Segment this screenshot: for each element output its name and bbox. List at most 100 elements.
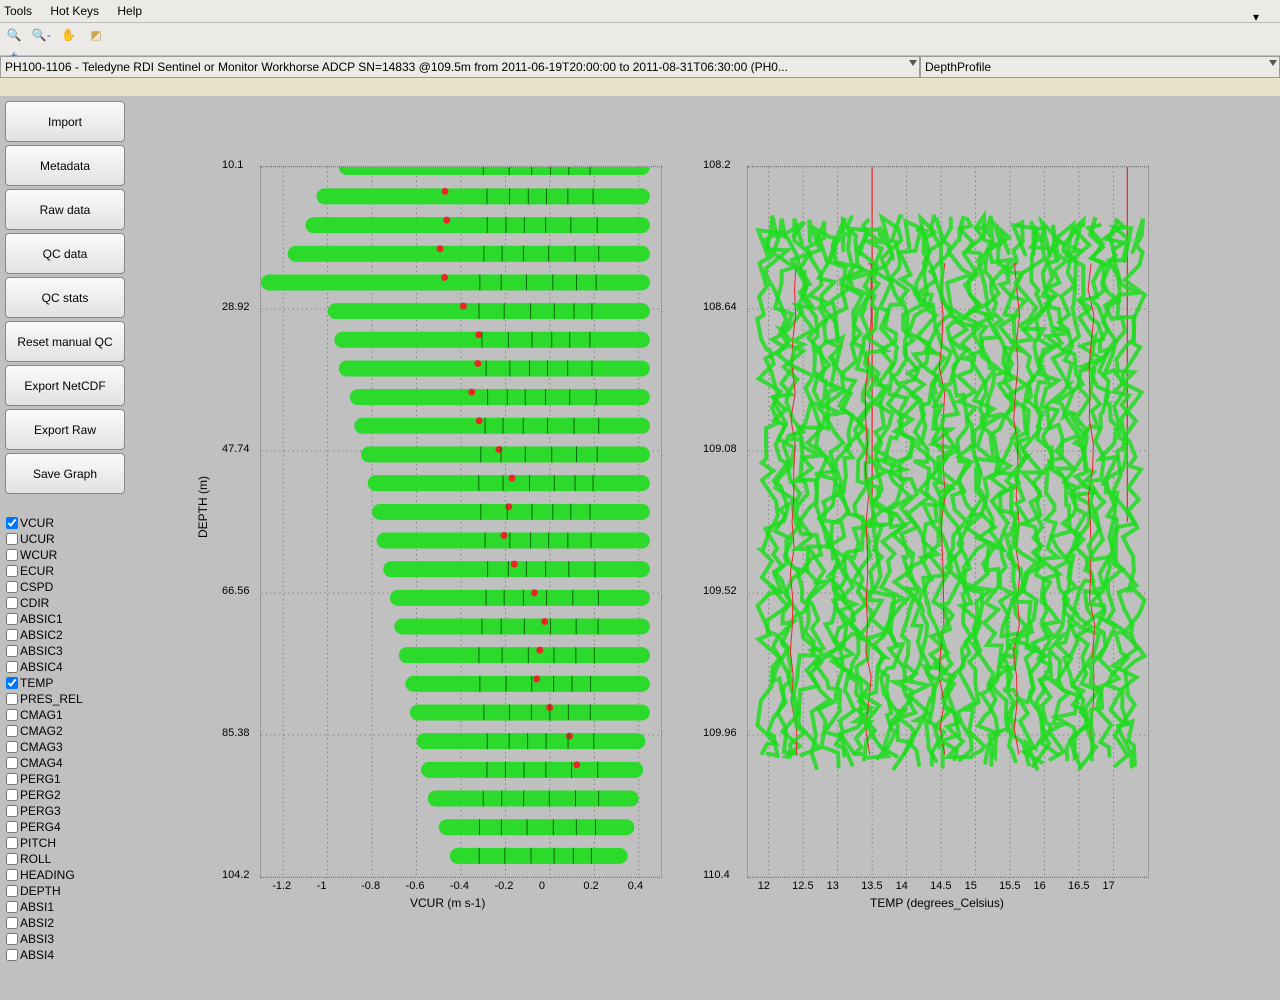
raw-data-button[interactable]: Raw data <box>5 189 125 230</box>
var-depth-checkbox[interactable] <box>6 885 18 897</box>
plot2-xtick: 15 <box>965 880 977 892</box>
menu-help[interactable]: Help <box>117 4 142 18</box>
var-absi3-checkbox[interactable] <box>6 933 18 945</box>
var-wcur-checkbox[interactable] <box>6 549 18 561</box>
pan-hand-icon[interactable]: ✋ <box>59 25 79 45</box>
var-absi1[interactable]: ABSI1 <box>6 899 130 915</box>
dropdown-row: PH100-1106 - Teledyne RDI Sentinel or Mo… <box>0 56 1280 78</box>
var-cmag3-checkbox[interactable] <box>6 741 18 753</box>
plot1-xtick: -0.4 <box>450 880 469 892</box>
var-cmag3[interactable]: CMAG3 <box>6 739 130 755</box>
var-absi4-checkbox[interactable] <box>6 949 18 961</box>
var-perg2-checkbox[interactable] <box>6 789 18 801</box>
plot1-xtick: -0.6 <box>406 880 425 892</box>
save-graph-button[interactable]: Save Graph <box>5 453 125 494</box>
view-select[interactable]: DepthProfile <box>920 56 1280 78</box>
chevron-down-icon <box>1269 60 1277 66</box>
var-temp-checkbox[interactable] <box>6 677 18 689</box>
var-cmag2[interactable]: CMAG2 <box>6 723 130 739</box>
zoom-out-icon[interactable]: 🔍- <box>31 25 51 45</box>
dataset-select-label: PH100-1106 - Teledyne RDI Sentinel or Mo… <box>5 60 788 74</box>
var-vcur[interactable]: VCUR <box>6 515 130 531</box>
var-depth[interactable]: DEPTH <box>6 883 130 899</box>
var-ecur-checkbox[interactable] <box>6 565 18 577</box>
plot2-xtick: 16 <box>1034 880 1046 892</box>
metadata-button[interactable]: Metadata <box>5 145 125 186</box>
export-netcdf-button[interactable]: Export NetCDF <box>5 365 125 406</box>
vcur-depth-plot[interactable] <box>260 166 662 878</box>
var-ucur-checkbox[interactable] <box>6 533 18 545</box>
var-ecur[interactable]: ECUR <box>6 563 130 579</box>
var-perg2[interactable]: PERG2 <box>6 787 130 803</box>
var-pitch-checkbox[interactable] <box>6 837 18 849</box>
plot2-xtick: 17 <box>1103 880 1115 892</box>
var-absi3[interactable]: ABSI3 <box>6 931 130 947</box>
var-cmag4-checkbox[interactable] <box>6 757 18 769</box>
temp-depth-plot[interactable] <box>747 166 1149 878</box>
import-button[interactable]: Import <box>5 101 125 142</box>
var-cspd-checkbox[interactable] <box>6 581 18 593</box>
var-absic4[interactable]: ABSIC4 <box>6 659 130 675</box>
var-absic2-checkbox[interactable] <box>6 629 18 641</box>
plot1-xtick: -0.2 <box>494 880 513 892</box>
plot2-xtick: 12 <box>758 880 770 892</box>
var-perg3[interactable]: PERG3 <box>6 803 130 819</box>
var-pres_rel-checkbox[interactable] <box>6 693 18 705</box>
var-temp[interactable]: TEMP <box>6 675 130 691</box>
menu-hotkeys[interactable]: Hot Keys <box>50 4 99 18</box>
var-absi2[interactable]: ABSI2 <box>6 915 130 931</box>
var-absi4[interactable]: ABSI4 <box>6 947 130 963</box>
var-cmag4[interactable]: CMAG4 <box>6 755 130 771</box>
chart-area: DEPTH (m) VCUR (m s-1) TEMP (degrees_Cel… <box>130 96 1280 1000</box>
qc-data-button[interactable]: QC data <box>5 233 125 274</box>
dataset-select[interactable]: PH100-1106 - Teledyne RDI Sentinel or Mo… <box>0 56 920 78</box>
window-menu-caret-icon[interactable]: ▾ <box>1253 6 1259 28</box>
var-pitch[interactable]: PITCH <box>6 835 130 851</box>
plot2-xtick: 16.5 <box>1068 880 1089 892</box>
var-pres_rel[interactable]: PRES_REL <box>6 691 130 707</box>
var-wcur[interactable]: WCUR <box>6 547 130 563</box>
plot2-xlabel: TEMP (degrees_Celsius) <box>870 896 1004 910</box>
var-heading[interactable]: HEADING <box>6 867 130 883</box>
plot1-ytick: 47.74 <box>222 443 254 455</box>
zoom-in-icon[interactable]: 🔍+ <box>4 25 24 45</box>
reset-manual-qc-button[interactable]: Reset manual QC <box>5 321 125 362</box>
var-roll-checkbox[interactable] <box>6 853 18 865</box>
var-perg4-checkbox[interactable] <box>6 821 18 833</box>
var-roll[interactable]: ROLL <box>6 851 130 867</box>
var-heading-checkbox[interactable] <box>6 869 18 881</box>
plot2-xtick: 12.5 <box>792 880 813 892</box>
var-cmag1[interactable]: CMAG1 <box>6 707 130 723</box>
plot1-ytick: 66.56 <box>222 585 254 597</box>
var-absic4-checkbox[interactable] <box>6 661 18 673</box>
export-raw-button[interactable]: Export Raw <box>5 409 125 450</box>
plot2-ytick: 109.96 <box>703 727 737 739</box>
var-cdir[interactable]: CDIR <box>6 595 130 611</box>
var-absi2-checkbox[interactable] <box>6 917 18 929</box>
var-absic2[interactable]: ABSIC2 <box>6 627 130 643</box>
var-cspd[interactable]: CSPD <box>6 579 130 595</box>
var-perg4[interactable]: PERG4 <box>6 819 130 835</box>
var-absi1-checkbox[interactable] <box>6 901 18 913</box>
qc-stats-button[interactable]: QC stats <box>5 277 125 318</box>
var-absic1[interactable]: ABSIC1 <box>6 611 130 627</box>
menu-tools[interactable]: Tools <box>4 4 32 18</box>
plot1-xtick: 0.4 <box>628 880 643 892</box>
data-cursor-icon[interactable]: ◩ <box>86 25 106 45</box>
var-cmag1-checkbox[interactable] <box>6 709 18 721</box>
var-cdir-checkbox[interactable] <box>6 597 18 609</box>
var-absic1-checkbox[interactable] <box>6 613 18 625</box>
var-perg1-checkbox[interactable] <box>6 773 18 785</box>
var-absic3-checkbox[interactable] <box>6 645 18 657</box>
menubar: Tools Hot Keys Help ▾ <box>0 0 1280 23</box>
variable-checkbox-list: VCURUCURWCURECURCSPDCDIRABSIC1ABSIC2ABSI… <box>0 515 130 963</box>
var-perg1[interactable]: PERG1 <box>6 771 130 787</box>
var-vcur-checkbox[interactable] <box>6 517 18 529</box>
var-perg3-checkbox[interactable] <box>6 805 18 817</box>
plot1-xlabel: VCUR (m s-1) <box>410 896 485 910</box>
var-cmag2-checkbox[interactable] <box>6 725 18 737</box>
var-ucur[interactable]: UCUR <box>6 531 130 547</box>
plot2-xtick: 13 <box>827 880 839 892</box>
plot2-xtick: 13.5 <box>861 880 882 892</box>
var-absic3[interactable]: ABSIC3 <box>6 643 130 659</box>
